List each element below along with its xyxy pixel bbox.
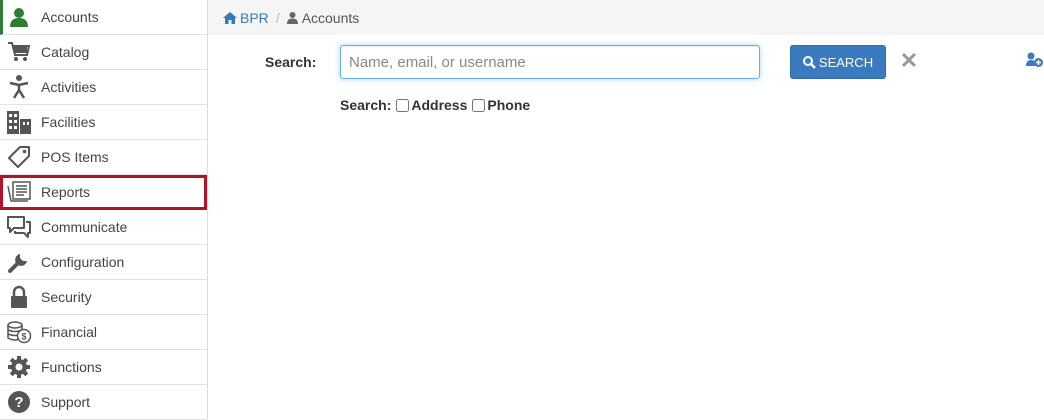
- sidebar-item-financial[interactable]: $ Financial: [0, 315, 207, 350]
- breadcrumb-current-label: Accounts: [301, 9, 360, 26]
- address-label: Address: [411, 97, 468, 113]
- search-input[interactable]: [340, 45, 760, 79]
- sidebar-item-label: POS Items: [41, 149, 109, 165]
- address-checkbox[interactable]: [396, 98, 410, 112]
- tag-icon: [6, 145, 32, 169]
- coins-icon: $: [6, 320, 32, 344]
- sidebar-item-label: Financial: [41, 324, 98, 340]
- sidebar-item-label: Catalog: [41, 44, 90, 60]
- sidebar-item-label: Configuration: [41, 254, 125, 270]
- user-icon: [6, 5, 32, 29]
- breadcrumb-home-label: BPR: [240, 9, 269, 26]
- home-icon: [223, 11, 237, 24]
- breadcrumb-separator: /: [275, 9, 280, 26]
- sidebar-item-accounts[interactable]: Accounts: [0, 0, 207, 35]
- chat-icon: [6, 215, 32, 239]
- main-content: BPR / Accounts Search: SEARCH ✕ Search: …: [208, 0, 1044, 419]
- svg-text:$: $: [21, 332, 26, 342]
- reports-icon: [6, 180, 32, 204]
- phone-checkbox[interactable]: [472, 98, 486, 112]
- sidebar-item-label: Reports: [41, 184, 91, 200]
- sidebar-item-facilities[interactable]: Facilities: [0, 105, 207, 140]
- sidebar-item-security[interactable]: Security: [0, 280, 207, 315]
- user-icon: [286, 11, 298, 24]
- sidebar-item-functions[interactable]: Functions: [0, 350, 207, 385]
- sidebar-item-activities[interactable]: Activities: [0, 70, 207, 105]
- gear-icon: [6, 355, 32, 379]
- breadcrumb-current: Accounts: [286, 9, 360, 26]
- sidebar-item-support[interactable]: ? Support: [0, 385, 207, 420]
- search-options: Search: Address Phone: [340, 97, 530, 113]
- svg-text:?: ?: [14, 394, 23, 411]
- sidebar-item-label: Support: [41, 394, 91, 410]
- phone-label: Phone: [487, 97, 531, 113]
- breadcrumb: BPR / Accounts: [208, 0, 1044, 35]
- search-options-label: Search:: [340, 97, 392, 113]
- search-button-label: SEARCH: [818, 54, 874, 70]
- add-user-icon[interactable]: [1026, 52, 1044, 70]
- close-icon[interactable]: ✕: [898, 50, 920, 72]
- building-icon: [6, 110, 32, 134]
- sidebar-item-label: Security: [41, 289, 92, 305]
- sidebar-item-reports[interactable]: Reports: [0, 175, 207, 210]
- sidebar-item-label: Communicate: [41, 219, 128, 235]
- cart-icon: [6, 40, 32, 64]
- lock-icon: [6, 285, 32, 309]
- sidebar-item-label: Facilities: [41, 114, 96, 130]
- sidebar-item-configuration[interactable]: Configuration: [0, 245, 207, 280]
- sidebar-item-label: Activities: [41, 79, 97, 95]
- sidebar-item-catalog[interactable]: Catalog: [0, 35, 207, 70]
- sidebar-item-label: Accounts: [41, 9, 99, 25]
- person-activity-icon: [6, 75, 32, 99]
- question-icon: ?: [6, 390, 32, 414]
- sidebar: Accounts Catalog Activities Facilities P…: [0, 0, 208, 420]
- search-button[interactable]: SEARCH: [790, 45, 886, 79]
- sidebar-item-communicate[interactable]: Communicate: [0, 210, 207, 245]
- sidebar-item-label: Functions: [41, 359, 102, 375]
- wrench-icon: [6, 250, 32, 274]
- search-icon: [802, 55, 816, 69]
- search-label: Search:: [265, 54, 317, 70]
- sidebar-item-pos-items[interactable]: POS Items: [0, 140, 207, 175]
- breadcrumb-home-link[interactable]: BPR: [223, 10, 269, 26]
